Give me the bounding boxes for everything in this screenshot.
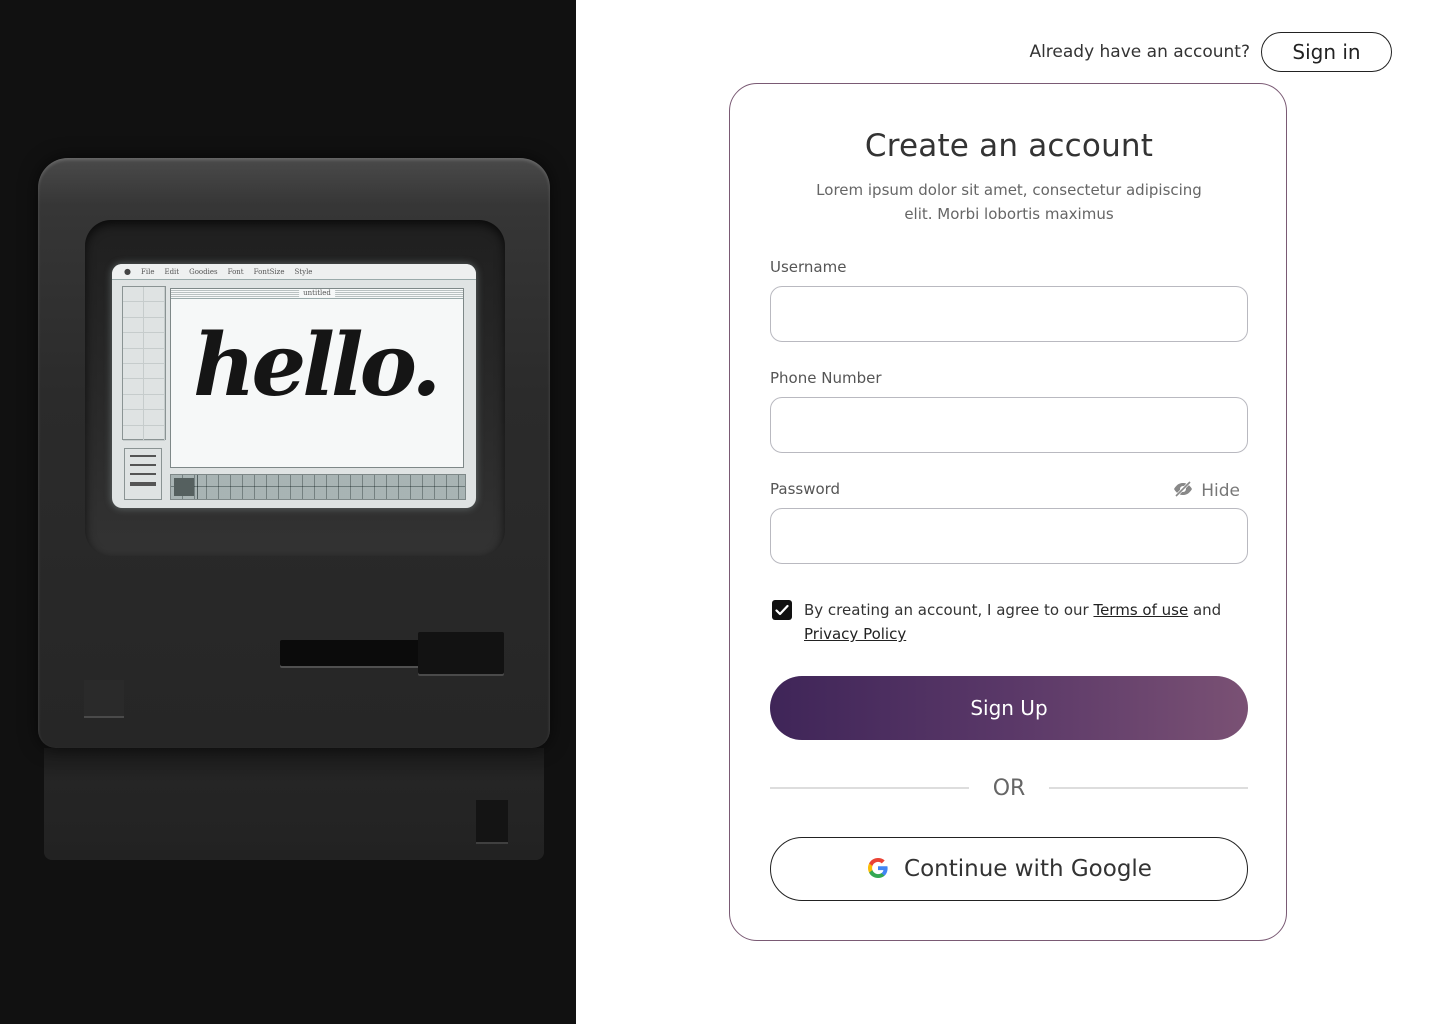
screen-pattern-palette: [170, 474, 466, 500]
screen-menu-item: Goodies: [189, 267, 218, 276]
password-input[interactable]: [770, 508, 1248, 564]
privacy-policy-link[interactable]: Privacy Policy: [804, 625, 906, 643]
terms-text: By creating an account, I agree to our T…: [804, 598, 1248, 646]
username-label: Username: [770, 258, 847, 276]
google-signin-button[interactable]: Continue with Google: [770, 837, 1248, 901]
computer-port: [476, 800, 508, 844]
signin-button[interactable]: Sign in: [1261, 32, 1392, 72]
screen-menu-item: File: [140, 267, 155, 276]
floppy-drive: [280, 632, 504, 676]
computer-base: [44, 748, 544, 860]
or-divider: OR: [770, 772, 1248, 804]
signup-card: Create an account Lorem ipsum dolor sit …: [729, 83, 1287, 941]
page-title: Create an account: [864, 128, 1154, 164]
username-input[interactable]: [770, 286, 1248, 342]
computer-vent: [84, 680, 124, 718]
password-visibility-toggle[interactable]: Hide: [1173, 480, 1240, 502]
screen-selected-pattern: [174, 478, 194, 496]
hero-panel: ● File Edit Goodies Font FontSize Style …: [0, 0, 576, 1024]
phone-input[interactable]: [770, 397, 1248, 453]
terms-agreement: By creating an account, I agree to our T…: [770, 598, 1248, 646]
apple-icon: ●: [124, 267, 131, 276]
screen-menu-item: Edit: [164, 267, 180, 276]
google-logo-icon: [866, 856, 890, 883]
screen-line-widths: [124, 448, 162, 500]
topbar: Already have an account? Sign in: [1029, 32, 1392, 72]
screen-canvas-titlebar: untitled: [171, 289, 463, 299]
page-subtitle: Lorem ipsum dolor sit amet, consectetur …: [816, 181, 1202, 223]
terms-checkbox[interactable]: [772, 600, 792, 620]
screen-menu-item: FontSize: [253, 267, 285, 276]
screen-menu-item: Font: [227, 267, 244, 276]
terms-of-use-link[interactable]: Terms of use: [1093, 601, 1188, 619]
password-toggle-label: Hide: [1201, 481, 1240, 501]
divider-line: [1049, 787, 1248, 789]
screen-canvas-title: untitled: [299, 289, 335, 298]
terms-prefix: By creating an account, I agree to our: [804, 601, 1094, 619]
phone-label: Phone Number: [770, 369, 882, 387]
screen-menubar: ● File Edit Goodies Font FontSize Style: [112, 264, 476, 280]
screen-canvas: untitled hello.: [170, 288, 464, 468]
divider-label: OR: [992, 775, 1026, 801]
computer-screen: ● File Edit Goodies Font FontSize Style …: [112, 264, 476, 508]
screen-hello-text: hello.: [193, 315, 441, 416]
screen-toolbox: [122, 286, 166, 441]
eye-slash-icon: [1173, 480, 1193, 502]
password-label: Password: [770, 480, 841, 498]
divider-line: [770, 787, 969, 789]
checkmark-icon: [775, 604, 789, 616]
signup-button[interactable]: Sign Up: [770, 676, 1248, 740]
terms-middle: and: [1188, 601, 1222, 619]
signin-prompt: Already have an account?: [1029, 42, 1250, 62]
google-button-label: Continue with Google: [904, 856, 1152, 882]
screen-menu-item: Style: [294, 267, 313, 276]
